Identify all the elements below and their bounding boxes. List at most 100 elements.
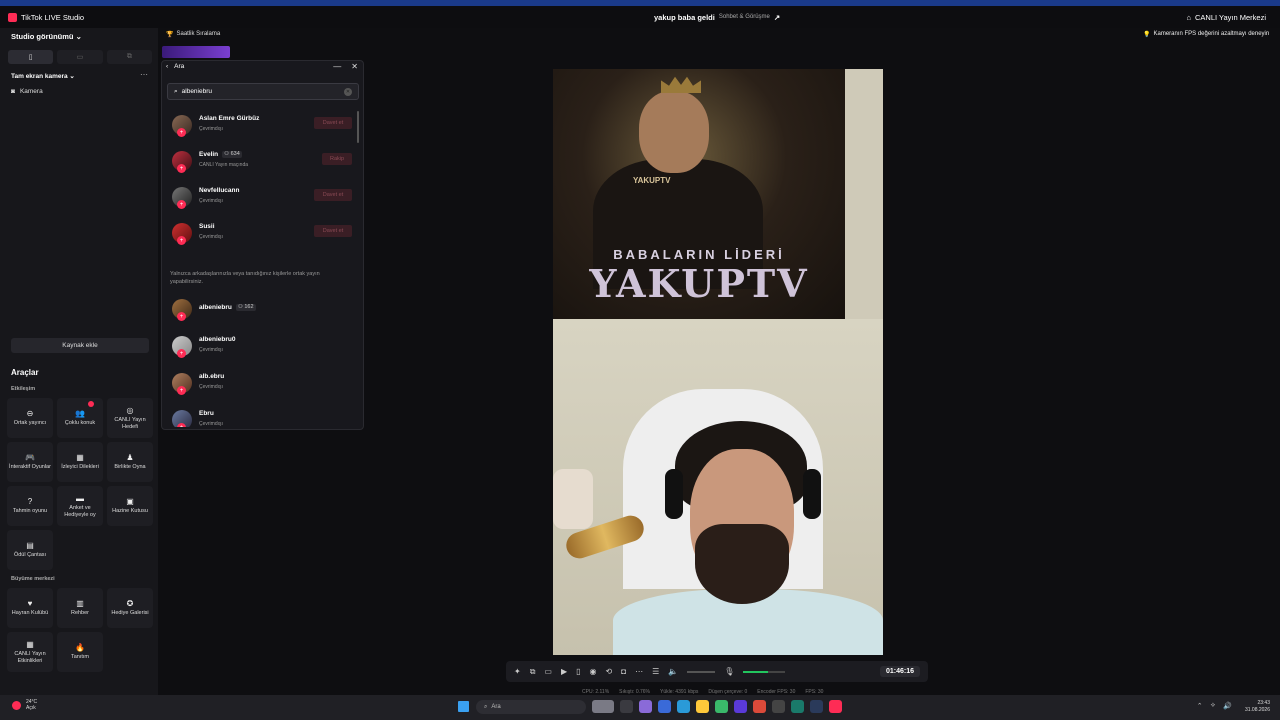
studio-view-dropdown[interactable]: Studio görünümü ⌄ — [11, 32, 82, 41]
chevron-up-icon[interactable]: ⌃ — [1197, 702, 1203, 710]
studio-view-label: Studio görünümü — [11, 32, 74, 41]
user-name: albeniebru0 — [199, 336, 235, 343]
opponent-button[interactable]: Rakip — [322, 153, 352, 165]
screen-icon[interactable]: ▭ — [544, 667, 552, 676]
co-host-search-dialog: ‹ Ara — ✕ ⌕ albeniebru ✕ + Aslan Emre Gü… — [161, 60, 364, 430]
task-view-icon[interactable] — [620, 700, 633, 713]
avatar: + — [172, 223, 192, 245]
user-name-text: Susii — [199, 223, 215, 230]
tool-live-events[interactable]: ▦ CANLI Yayın Etkinlikleri — [7, 632, 53, 672]
taskbar-search[interactable]: ⌕ Ara — [476, 700, 586, 714]
edge-icon[interactable] — [677, 700, 690, 713]
live-center-label: CANLI Yayın Merkezi — [1195, 12, 1266, 22]
scene-dropdown[interactable]: Tam ekran kamera ⌄ — [11, 72, 75, 80]
user-name: Susii — [199, 223, 215, 230]
hourly-ranking[interactable]: 🏆 Saatlik Sıralama — [166, 31, 220, 38]
camera-toggle-icon[interactable]: ◘ — [621, 667, 626, 676]
live-center-button[interactable]: ⌂ CANLI Yayın Merkezi — [1186, 13, 1266, 22]
search-input[interactable]: ⌕ albeniebru ✕ — [167, 83, 359, 100]
invite-button[interactable]: Davet et — [314, 117, 352, 129]
taskbar-clock[interactable]: 23:43 31.08.2026 — [1245, 700, 1270, 713]
tool-reward-bag[interactable]: ▤ Ödül Çantası — [7, 530, 53, 570]
ranking-banner[interactable] — [162, 46, 230, 58]
app-icon[interactable] — [791, 700, 804, 713]
speaker-icon[interactable]: 🔈 — [668, 667, 678, 676]
record-icon[interactable]: ◉ — [590, 667, 597, 676]
list-item[interactable]: + Aslan Emre Gürbüz Çevrimdışı Davet et — [172, 111, 352, 141]
tab-landscape[interactable]: ▭ — [57, 50, 103, 64]
settings-sliders-icon[interactable]: ☰ — [652, 667, 659, 676]
search-value[interactable]: albeniebru — [182, 88, 212, 95]
windows-start-icon[interactable] — [458, 701, 469, 712]
share-icon[interactable]: ↗ — [774, 13, 780, 22]
list-item[interactable]: + Susii Çevrimdışı Davet et — [172, 219, 352, 249]
search-icon: ⌕ — [484, 703, 488, 710]
list-item[interactable]: + Nevfellucann Çevrimdışı Davet et — [172, 183, 352, 213]
invite-button[interactable]: Davet et — [314, 225, 352, 237]
list-item[interactable]: + alb.ebru Çevrimdışı — [172, 369, 352, 399]
tool-co-host[interactable]: ⊖ Ortak yayıncı — [7, 398, 53, 438]
tool-fan-club[interactable]: ♥ Hayran Kulübü — [7, 588, 53, 628]
list-item[interactable]: + albeniebru0 Çevrimdışı — [172, 332, 352, 362]
steam-icon[interactable] — [810, 700, 823, 713]
app-icon[interactable] — [639, 700, 652, 713]
volume-icon[interactable]: 🔊 — [1223, 702, 1232, 710]
app-icon[interactable] — [715, 700, 728, 713]
more-icon[interactable]: ⋯ — [140, 70, 148, 79]
tool-viewer-wishes[interactable]: ▦ İzleyici Dilekleri — [57, 442, 103, 482]
chrome-icon[interactable] — [753, 700, 766, 713]
app-widget-icon[interactable] — [592, 700, 614, 713]
discord-icon[interactable] — [734, 700, 747, 713]
minimize-icon[interactable]: — — [333, 62, 341, 71]
tool-interactive-games[interactable]: 🎮 İnteraktif Oyunlar — [7, 442, 53, 482]
tool-label: Ortak yayıncı — [13, 420, 47, 427]
clear-search-icon[interactable]: ✕ — [344, 87, 352, 96]
gift-icon: ▦ — [76, 453, 84, 463]
tool-guide[interactable]: ▥ Rehber — [57, 588, 103, 628]
add-source-button[interactable]: Kaynak ekle — [11, 338, 149, 353]
app-icon[interactable] — [658, 700, 671, 713]
network-icon[interactable]: ⟡ — [1211, 702, 1216, 710]
stream-title[interactable]: yakup baba geldi — [654, 13, 715, 22]
microphone-icon[interactable]: 🎙 — [724, 667, 734, 676]
more-options-icon[interactable]: ⋯ — [635, 667, 643, 676]
file-explorer-icon[interactable] — [696, 700, 709, 713]
list-item[interactable]: + Evelin ⚇ 634 CANLI Yayın maçında Rakip — [172, 147, 352, 177]
avatar: + — [172, 410, 192, 427]
layout-icon[interactable]: ⧉ — [530, 667, 536, 677]
tool-poll[interactable]: ▬ Anket ve Hediyeyle oy — [57, 486, 103, 526]
tool-treasure-box[interactable]: ▣ Hazine Kutusu — [107, 486, 153, 526]
replay-icon[interactable]: ⟲ — [606, 667, 613, 676]
tiktok-live-studio-icon[interactable] — [829, 700, 842, 713]
tab-split[interactable]: ⧉ — [106, 50, 152, 64]
live-preview[interactable]: YAKUPTV BABALARIN LİDERİ YAKUPTV — [553, 69, 883, 655]
list-item[interactable]: + Ebru Çevrimdışı — [172, 406, 352, 427]
tab-portrait[interactable]: ▯ — [8, 50, 54, 64]
weather-widget[interactable]: 24°C Açık — [12, 699, 37, 711]
lamp — [553, 469, 593, 529]
tool-play-together[interactable]: ♟ Birlikte Oyna — [107, 442, 153, 482]
tool-label: CANLI Yayın Hedefi — [114, 417, 146, 430]
invite-button[interactable]: Davet et — [314, 189, 352, 201]
source-item-camera[interactable]: ◙ Kamera — [11, 88, 43, 95]
tool-gift-gallery[interactable]: ✪ Hediye Galerisi — [107, 588, 153, 628]
close-icon[interactable]: ✕ — [351, 62, 358, 71]
list-item[interactable]: + albeniebru ⚇ 162 — [172, 295, 352, 325]
phone-icon[interactable]: ▯ — [576, 667, 580, 676]
media-icon[interactable]: ▶ — [561, 667, 567, 676]
app-icon[interactable] — [772, 700, 785, 713]
mic-level-meter[interactable] — [743, 670, 786, 673]
tool-multi-guest[interactable]: 👥 Çoklu konuk — [57, 398, 103, 438]
volume-slider[interactable] — [687, 670, 716, 673]
plus-icon: + — [177, 200, 186, 209]
stream-title-area[interactable]: yakup baba geldi Sohbet & Görüşme ↗ — [654, 13, 780, 22]
tool-prediction[interactable]: ? Tahmin oyunu — [7, 486, 53, 526]
tool-promotion[interactable]: 🔥 Tanıtım — [57, 632, 103, 672]
tool-label: İzleyici Dilekleri — [61, 464, 99, 471]
back-arrow-icon[interactable]: ‹ — [166, 63, 168, 70]
magic-wand-icon[interactable]: ✦ — [514, 667, 521, 676]
scrollbar[interactable] — [357, 111, 359, 143]
clock-date: 31.08.2026 — [1244, 706, 1270, 713]
tool-live-goal[interactable]: ◎ CANLI Yayın Hedefi — [107, 398, 153, 438]
user-name-text: Evelin — [199, 151, 219, 158]
